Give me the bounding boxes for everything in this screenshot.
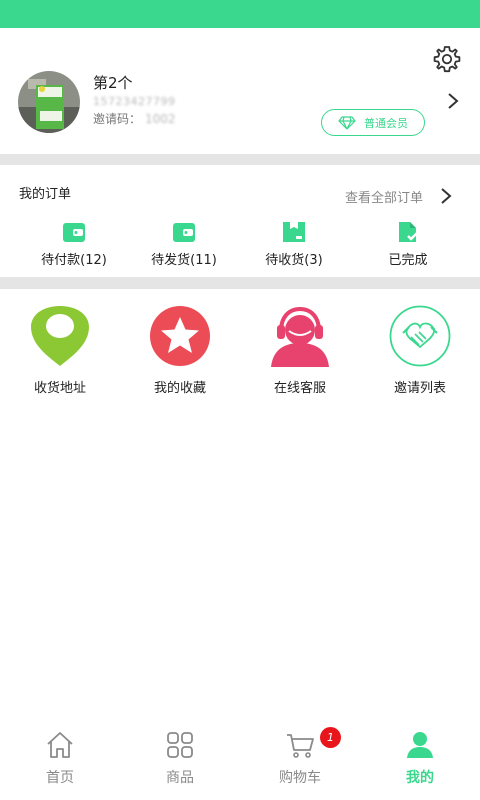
wallet-icon — [63, 223, 85, 242]
invite-code-label: 邀请码： — [93, 112, 142, 126]
service-label: 在线客服 — [273, 381, 326, 396]
tab-label: 我的 — [406, 770, 434, 786]
tab-label: 商品 — [166, 770, 194, 786]
location-pin-icon — [31, 306, 89, 366]
chevron-right-icon[interactable] — [440, 187, 452, 205]
user-icon — [407, 732, 433, 758]
invite-code-value: 1002 — [145, 112, 176, 126]
diamond-icon — [338, 115, 356, 130]
member-level-badge[interactable]: 普通会员 — [321, 109, 425, 136]
order-status-pending-shipment[interactable]: 待发货(11) — [124, 221, 244, 268]
order-status-completed[interactable]: 已完成 — [348, 221, 468, 268]
order-status-label: 待收货(3) — [265, 253, 323, 268]
service-label: 收货地址 — [33, 381, 86, 396]
phone-number: 15723427799 — [93, 95, 176, 108]
order-status-pending-payment[interactable]: 待付款(12) — [14, 221, 134, 268]
status-bar — [0, 0, 480, 28]
document-check-icon — [399, 222, 419, 242]
tab-label: 首页 — [46, 770, 74, 786]
handshake-icon — [389, 305, 451, 367]
order-status-label: 待发货(11) — [151, 253, 217, 268]
tab-cart[interactable]: 购物车 — [240, 730, 360, 787]
grid-icon — [167, 732, 193, 758]
view-all-orders-link[interactable]: 查看全部订单 — [345, 187, 423, 206]
tab-profile[interactable]: 我的 — [360, 730, 480, 787]
section-divider — [0, 154, 480, 165]
home-icon — [47, 732, 73, 758]
wallet-icon — [173, 223, 195, 242]
section-divider — [0, 277, 480, 289]
service-favorites[interactable]: 我的收藏 — [120, 305, 240, 396]
cart-count-badge: 1 — [320, 727, 341, 748]
member-level-label: 普通会员 — [364, 116, 408, 130]
service-label: 邀请列表 — [393, 381, 446, 396]
tab-products[interactable]: 商品 — [120, 730, 240, 787]
services-grid: 收货地址 我的收藏 在线客服 邀请列表 — [0, 289, 480, 399]
orders-title: 我的订单 — [19, 187, 72, 202]
tab-home[interactable]: 首页 — [0, 730, 120, 787]
star-icon — [150, 306, 210, 366]
order-status-label: 已完成 — [388, 253, 428, 268]
chevron-right-icon[interactable] — [446, 92, 460, 110]
invite-code-row: 邀请码： 1002 — [93, 110, 176, 127]
service-invite-list[interactable]: 邀请列表 — [360, 305, 480, 396]
customer-service-icon — [271, 306, 329, 367]
bottom-tab-bar: 首页 商品 购物车 我的 — [0, 720, 480, 800]
order-status-pending-receipt[interactable]: 待收货(3) — [234, 221, 354, 268]
cart-icon — [287, 734, 314, 758]
username: 第2个 — [93, 74, 133, 92]
orders-section: 我的订单 查看全部订单 待付款(12) 待发货(11) 待收货(3) 已完成 — [0, 165, 480, 277]
service-online-support[interactable]: 在线客服 — [240, 305, 360, 396]
service-label: 我的收藏 — [153, 381, 206, 396]
service-shipping-address[interactable]: 收货地址 — [0, 305, 120, 396]
order-status-label: 待付款(12) — [41, 253, 107, 268]
tab-label: 购物车 — [279, 770, 321, 786]
gear-icon[interactable] — [432, 44, 462, 74]
avatar[interactable] — [18, 71, 80, 133]
package-icon — [283, 222, 305, 242]
profile-header: 第2个 15723427799 邀请码： 1002 普通会员 — [0, 28, 480, 154]
